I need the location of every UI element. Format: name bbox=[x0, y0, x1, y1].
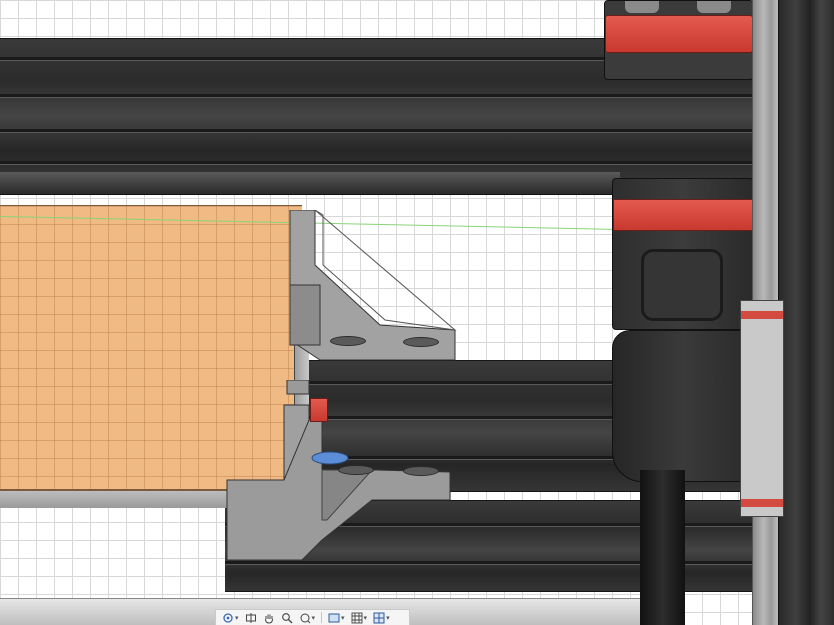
bracket-hole bbox=[338, 465, 374, 475]
upper-rail-lower-lip bbox=[0, 172, 620, 195]
display-settings-icon bbox=[328, 612, 340, 624]
look-at-button[interactable] bbox=[243, 611, 259, 625]
screw-head bbox=[697, 1, 731, 13]
bracket-hole bbox=[403, 466, 439, 476]
zoom-icon bbox=[281, 612, 293, 624]
zoom-button[interactable] bbox=[279, 611, 295, 625]
carriage-post bbox=[640, 470, 685, 625]
3d-viewport[interactable] bbox=[0, 0, 834, 625]
chevron-down-icon: ▾ bbox=[235, 613, 239, 622]
display-settings-button[interactable]: ▾ bbox=[326, 611, 347, 625]
red-stop-block bbox=[310, 398, 328, 422]
navigation-toolbar: ▾ ▾ ▾ ▾ ▾ bbox=[215, 609, 410, 625]
orbit-button[interactable]: ▾ bbox=[220, 611, 241, 625]
toolbar-divider bbox=[321, 612, 323, 623]
top-clamp-red-band bbox=[605, 15, 753, 53]
grid-icon bbox=[351, 612, 363, 624]
pan-button[interactable] bbox=[261, 611, 277, 625]
pan-hand-icon bbox=[263, 612, 275, 624]
motor-mount-red-band bbox=[613, 199, 753, 231]
left-bracket-top[interactable] bbox=[285, 210, 465, 370]
bracket-hole bbox=[330, 336, 366, 346]
fit-button[interactable]: ▾ bbox=[297, 611, 318, 625]
chevron-down-icon: ▾ bbox=[363, 613, 368, 622]
fit-icon bbox=[299, 612, 311, 624]
motor-mount-socket bbox=[641, 249, 723, 321]
grid-snaps-button[interactable]: ▾ bbox=[349, 611, 370, 625]
carriage[interactable] bbox=[612, 330, 754, 482]
viewports-button[interactable]: ▾ bbox=[371, 611, 392, 625]
chevron-down-icon: ▾ bbox=[341, 613, 345, 622]
viewports-icon bbox=[373, 612, 385, 624]
chevron-down-icon: ▾ bbox=[311, 613, 316, 622]
right-vertical-rail bbox=[778, 0, 834, 625]
screw-head bbox=[625, 1, 659, 13]
look-at-icon bbox=[245, 612, 257, 624]
right-end-cap bbox=[740, 300, 784, 517]
orbit-icon bbox=[222, 612, 234, 624]
motor-mount[interactable] bbox=[612, 178, 754, 330]
bracket-hole bbox=[403, 337, 439, 347]
top-clamp[interactable] bbox=[604, 0, 754, 80]
chevron-down-icon: ▾ bbox=[386, 613, 390, 622]
